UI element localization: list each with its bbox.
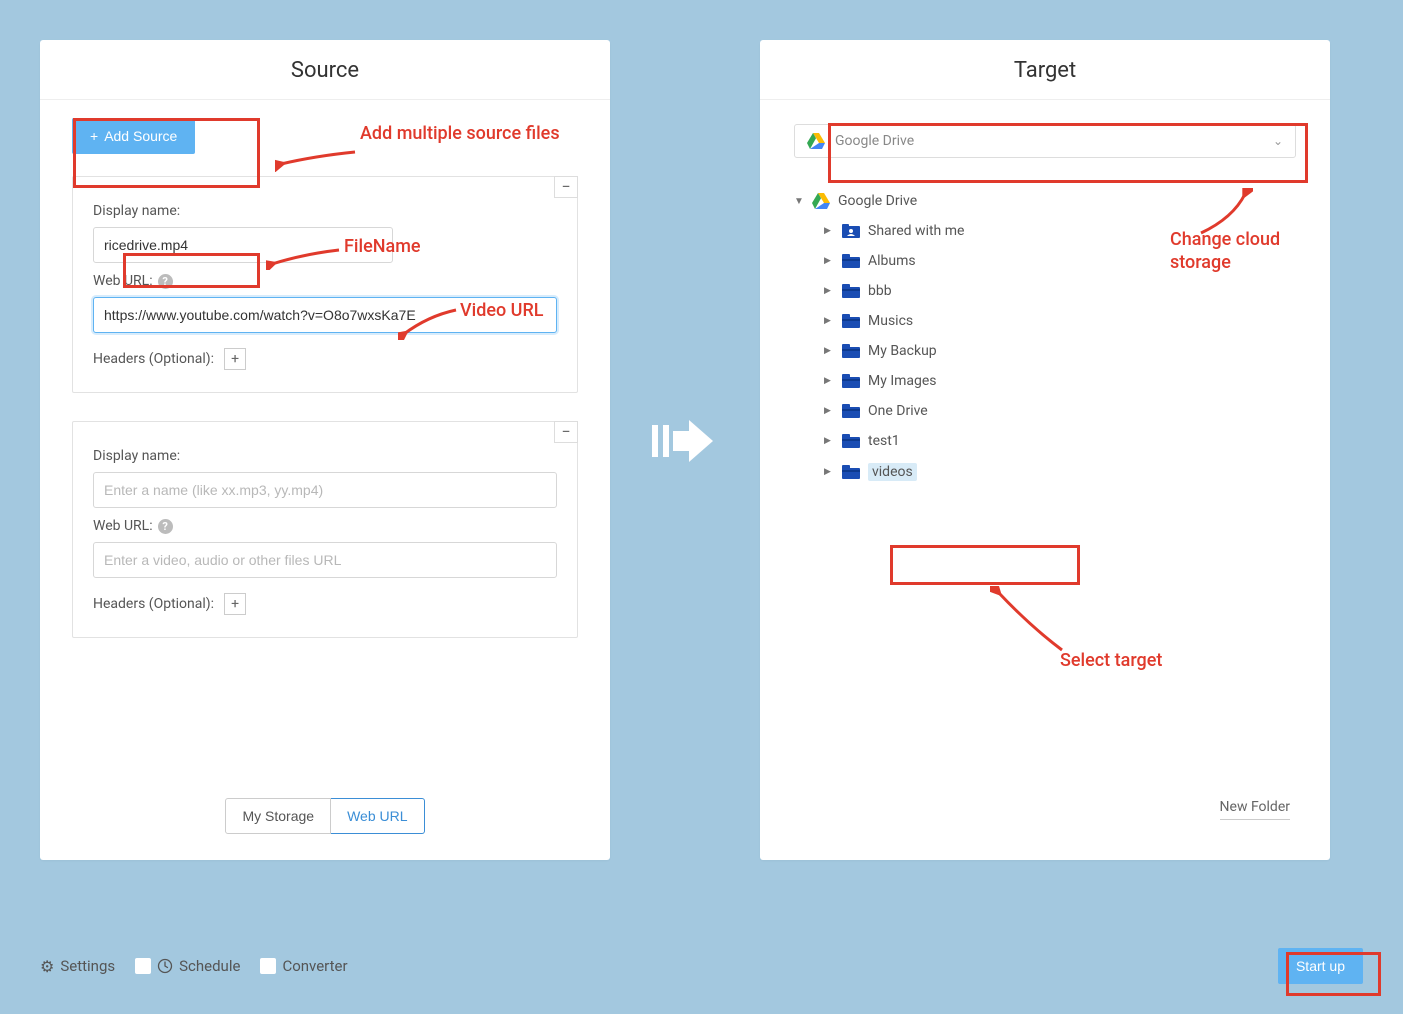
display-name-label: Display name: <box>93 448 557 464</box>
caret-right-icon: ▶ <box>824 376 834 386</box>
tree-root-label: Google Drive <box>838 193 917 209</box>
tree-item-label: bbb <box>868 283 892 299</box>
source-panel: Source + Add Source − Display name: Web … <box>40 40 610 860</box>
folder-icon <box>842 344 860 358</box>
chevron-down-icon: ⌄ <box>1273 134 1283 148</box>
tree-item-label: Albums <box>868 253 916 269</box>
caret-right-icon: ▶ <box>824 286 834 296</box>
caret-right-icon: ▶ <box>824 316 834 326</box>
tab-my-storage[interactable]: My Storage <box>225 798 331 834</box>
plus-icon: + <box>90 128 98 144</box>
schedule-label: Schedule <box>179 957 240 975</box>
folder-tree: ▼ Google Drive ▶ Shared with me ▶ Albums ▶ bb… <box>794 186 1296 488</box>
caret-right-icon: ▶ <box>824 256 834 266</box>
google-drive-icon <box>812 193 830 209</box>
folder-icon <box>842 434 860 448</box>
start-up-button[interactable]: Start up <box>1278 948 1363 984</box>
folder-icon <box>842 465 860 479</box>
remove-card-button[interactable]: − <box>554 176 578 198</box>
add-header-button[interactable]: + <box>224 593 246 615</box>
settings-label: Settings <box>60 957 115 975</box>
tree-item[interactable]: ▶ bbb <box>824 276 1296 306</box>
caret-right-icon: ▶ <box>824 436 834 446</box>
help-icon[interactable]: ? <box>158 519 173 534</box>
tree-item[interactable]: ▶ Musics <box>824 306 1296 336</box>
tree-item-label: videos <box>868 463 917 481</box>
headers-row: Headers (Optional): + <box>93 348 557 370</box>
caret-right-icon: ▶ <box>824 346 834 356</box>
source-card: − Display name: Web URL: ? Headers (Opti… <box>72 421 578 638</box>
tree-item[interactable]: ▶ One Drive <box>824 396 1296 426</box>
headers-row: Headers (Optional): + <box>93 593 557 615</box>
add-source-button[interactable]: + Add Source <box>72 118 195 154</box>
target-title: Target <box>760 40 1330 100</box>
tree-item-label: One Drive <box>868 403 928 419</box>
display-name-input[interactable] <box>93 472 557 508</box>
tree-item-label: test1 <box>868 433 900 449</box>
caret-right-icon: ▶ <box>824 467 834 477</box>
web-url-label-text: Web URL: <box>93 518 153 534</box>
tree-children: ▶ Shared with me ▶ Albums ▶ bbb ▶ Musics ▶ My Bac… <box>824 216 1296 488</box>
tree-item[interactable]: ▶ videos <box>824 456 1296 488</box>
web-url-label: Web URL: ? <box>93 518 557 534</box>
clock-icon <box>157 958 173 974</box>
help-icon[interactable]: ? <box>158 274 173 289</box>
settings-button[interactable]: ⚙ Settings <box>40 957 115 976</box>
tree-item-label: My Backup <box>868 343 937 359</box>
target-body: Google Drive ⌄ ▼ Google Drive ▶ Shared wi… <box>760 100 1330 860</box>
source-body: + Add Source − Display name: Web URL: ? … <box>40 100 610 656</box>
tree-root[interactable]: ▼ Google Drive <box>794 186 1296 216</box>
remove-card-button[interactable]: − <box>554 421 578 443</box>
caret-right-icon: ▶ <box>824 406 834 416</box>
display-name-input[interactable] <box>93 227 393 263</box>
tree-item-label: Shared with me <box>868 223 964 239</box>
web-url-input[interactable] <box>93 542 557 578</box>
add-header-button[interactable]: + <box>224 348 246 370</box>
headers-label: Headers (Optional): <box>93 351 214 367</box>
converter-toggle[interactable]: Converter <box>260 957 347 975</box>
tree-item[interactable]: ▶ My Backup <box>824 336 1296 366</box>
tree-item[interactable]: ▶ Shared with me <box>824 216 1296 246</box>
target-panel: Target Google Drive ⌄ ▼ <box>760 40 1330 860</box>
gear-icon: ⚙ <box>40 957 54 976</box>
source-tabs: My Storage Web URL <box>40 798 610 834</box>
folder-icon <box>842 254 860 268</box>
tab-web-url[interactable]: Web URL <box>331 798 424 834</box>
web-url-label: Web URL: ? <box>93 273 557 289</box>
source-card: − Display name: Web URL: ? Headers (Opti… <box>72 176 578 393</box>
shared-folder-icon <box>842 224 860 238</box>
tree-item-label: My Images <box>868 373 937 389</box>
google-drive-icon <box>807 133 825 149</box>
tree-item-label: Musics <box>868 313 913 329</box>
display-name-label: Display name: <box>93 203 557 219</box>
headers-label: Headers (Optional): <box>93 596 214 612</box>
converter-label: Converter <box>282 957 347 975</box>
tree-item[interactable]: ▶ Albums <box>824 246 1296 276</box>
cloud-storage-select[interactable]: Google Drive ⌄ <box>794 124 1296 158</box>
schedule-toggle[interactable]: Schedule <box>135 957 240 975</box>
source-title: Source <box>40 40 610 100</box>
web-url-label-text: Web URL: <box>93 273 153 289</box>
checkbox-icon <box>260 958 276 974</box>
add-source-label: Add Source <box>104 128 177 144</box>
folder-icon <box>842 374 860 388</box>
cloud-storage-label: Google Drive <box>835 133 914 149</box>
folder-icon <box>842 284 860 298</box>
folder-icon <box>842 404 860 418</box>
checkbox-icon <box>135 958 151 974</box>
caret-right-icon: ▶ <box>824 226 834 236</box>
transfer-arrow-icon <box>652 420 724 462</box>
caret-down-icon: ▼ <box>794 196 804 207</box>
folder-icon <box>842 314 860 328</box>
tree-item[interactable]: ▶ test1 <box>824 426 1296 456</box>
web-url-input[interactable] <box>93 297 557 333</box>
new-folder-button[interactable]: New Folder <box>1220 799 1290 820</box>
bottom-bar: ⚙ Settings Schedule Converter Start up <box>40 948 1363 984</box>
tree-item[interactable]: ▶ My Images <box>824 366 1296 396</box>
